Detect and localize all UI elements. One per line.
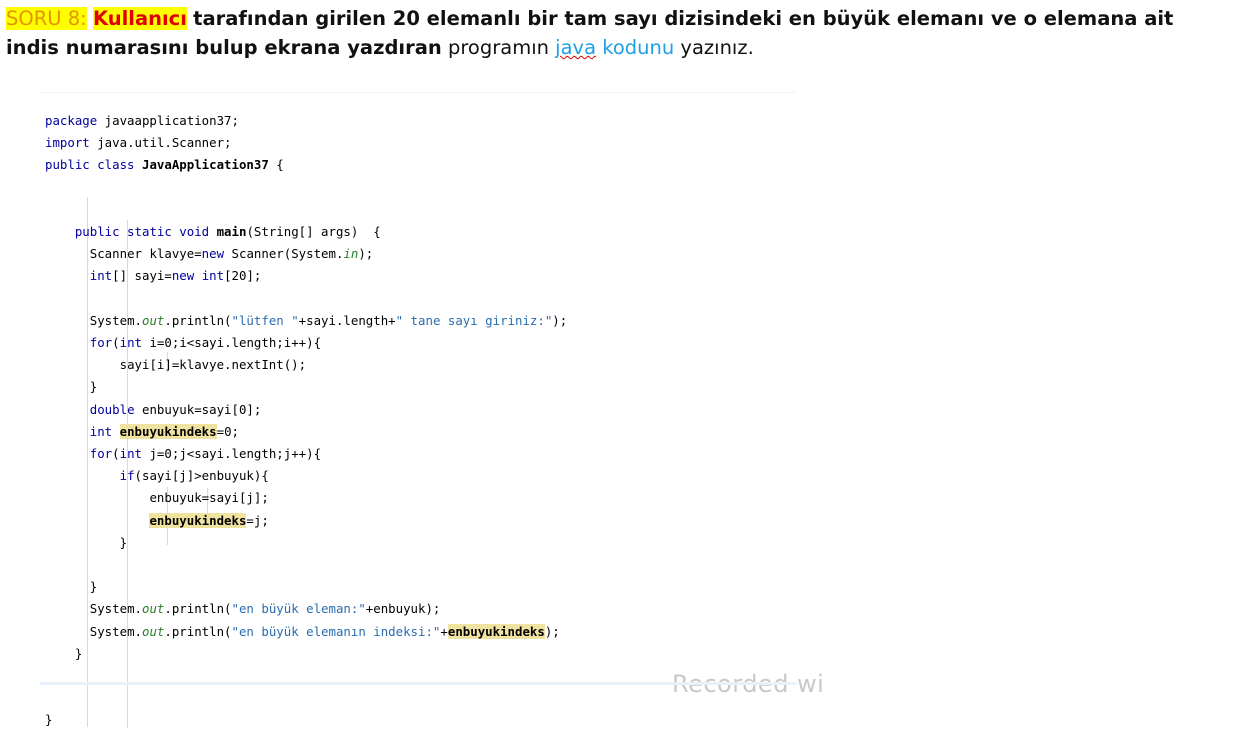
question-keyword-user: Kullanıcı bbox=[92, 7, 187, 30]
question-plain-end: yazınız. bbox=[680, 36, 754, 59]
code-block: package javaapplication37; import java.u… bbox=[45, 113, 568, 728]
panel-bottom-border bbox=[40, 682, 797, 685]
question-link-kodunu[interactable]: kodunu bbox=[602, 36, 674, 59]
question-link-java[interactable]: java bbox=[555, 36, 596, 59]
code-screenshot: package javaapplication37; import java.u… bbox=[40, 92, 824, 728]
question-text: SORU 8: Kullanıcı tarafından girilen 20 … bbox=[6, 4, 1232, 62]
question-number: SORU 8: bbox=[6, 7, 87, 30]
question-plain-text: programın bbox=[447, 36, 549, 59]
